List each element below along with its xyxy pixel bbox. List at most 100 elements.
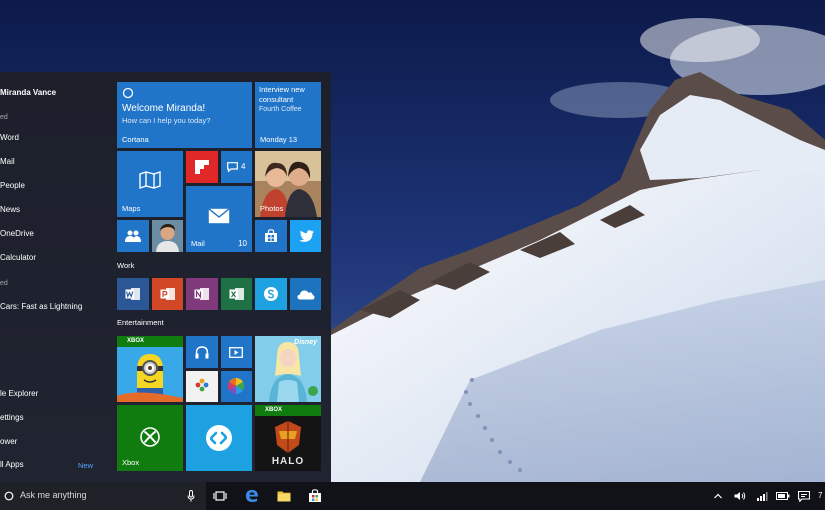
twitter-tile[interactable] — [290, 220, 321, 252]
user-account[interactable]: Miranda Vance — [0, 88, 56, 97]
cortana-tile[interactable]: Welcome Miranda! How can I help you toda… — [117, 82, 252, 148]
fresh-paint-tile[interactable] — [186, 371, 218, 402]
start-menu-app-list: Miranda Vance ed Word Mail People News O… — [0, 72, 112, 482]
minion-artwork — [117, 336, 183, 402]
power-item[interactable]: ower — [0, 437, 17, 446]
contact-tile[interactable] — [152, 220, 183, 252]
messaging-count: 4 — [241, 162, 246, 171]
cortana-icon — [122, 87, 134, 99]
new-badge: New — [78, 461, 94, 470]
task-view-button[interactable] — [206, 482, 234, 510]
headphones-icon — [195, 346, 209, 359]
cortana-greeting: Welcome Miranda! — [122, 103, 206, 114]
video-icon — [229, 347, 243, 358]
calendar-event: Interview new consultant — [259, 85, 305, 104]
color-app-tile[interactable] — [221, 371, 252, 402]
frozen-tile[interactable]: Disney — [255, 336, 321, 402]
action-center-button[interactable] — [796, 482, 812, 510]
app-people[interactable]: People — [0, 181, 25, 190]
battery-icon — [776, 492, 790, 500]
people-tile[interactable] — [117, 220, 149, 252]
calendar-location: Fourth Coffee — [259, 106, 302, 113]
contact-photo — [152, 220, 183, 252]
app-onedrive[interactable]: OneDrive — [0, 229, 34, 238]
maps-tile[interactable]: Maps — [117, 151, 183, 217]
cortana-label: Cortana — [122, 135, 149, 144]
halo-tile[interactable]: XBOX HALO — [255, 405, 321, 471]
speaker-icon — [734, 492, 746, 500]
search-placeholder: Ask me anything — [20, 490, 87, 500]
cortana-subtitle: How can I help you today? — [122, 116, 211, 125]
clock-partial[interactable]: 7 — [818, 491, 822, 500]
halo-logo-text: HALO — [271, 456, 305, 467]
message-icon — [227, 162, 238, 172]
entertainment-group-label: Entertainment — [117, 318, 164, 327]
battery-button[interactable] — [774, 482, 790, 510]
minion-rush-tile[interactable]: XBOX — [117, 336, 183, 402]
flipboard-tile[interactable] — [186, 151, 218, 183]
file-explorer-button[interactable] — [270, 482, 298, 510]
xbox-badge: XBOX — [127, 338, 145, 344]
color-wheel-icon — [227, 377, 245, 395]
skype-icon — [264, 287, 278, 301]
work-group-label: Work — [117, 261, 135, 270]
notification-icon — [798, 491, 810, 502]
mail-tile[interactable]: Mail 10 — [186, 186, 252, 252]
xbox-tile[interactable]: Xbox — [117, 405, 183, 471]
movies-tv-tile[interactable] — [221, 336, 252, 368]
xbox-badge: XBOX — [265, 407, 283, 413]
app-mail[interactable]: Mail — [0, 157, 15, 166]
edge-browser-button[interactable] — [238, 482, 266, 510]
groove-music-tile[interactable] — [186, 336, 218, 368]
onenote-tile[interactable] — [186, 278, 218, 310]
xbox-icon — [140, 427, 160, 447]
photos-tile[interactable]: Photos — [255, 151, 321, 217]
file-explorer-item[interactable]: le Explorer — [0, 389, 38, 398]
most-used-header: ed — [0, 114, 8, 121]
app-word[interactable]: Word — [0, 133, 19, 142]
volume-button[interactable] — [732, 482, 748, 510]
folder-icon — [277, 491, 291, 502]
store-icon — [309, 489, 321, 502]
word-icon — [125, 288, 140, 300]
onenote-icon — [194, 288, 209, 300]
shazam-tile[interactable] — [186, 405, 252, 471]
calendar-date: Monday 13 — [260, 135, 298, 144]
task-view-icon — [213, 491, 227, 501]
microphone-icon[interactable] — [187, 490, 195, 502]
app-calculator[interactable]: Calculator — [0, 253, 36, 262]
excel-icon — [229, 288, 244, 300]
skype-tile[interactable] — [255, 278, 287, 310]
recently-added-header: ed — [0, 280, 8, 287]
word-tile[interactable] — [117, 278, 149, 310]
cortana-search-box[interactable]: Ask me anything — [0, 482, 206, 510]
twitter-icon — [299, 230, 314, 242]
flipboard-icon — [195, 160, 209, 174]
onedrive-tile[interactable] — [290, 278, 321, 310]
taskbar: Ask me anything 7 — [0, 482, 825, 510]
cortana-circle-icon — [4, 491, 14, 501]
people-icon — [125, 230, 141, 242]
store-tile[interactable] — [255, 220, 287, 252]
powerpoint-icon — [160, 288, 175, 300]
chevron-up-icon — [714, 493, 722, 499]
start-menu: Miranda Vance ed Word Mail People News O… — [0, 72, 331, 482]
photos-label: Photos — [260, 204, 284, 213]
show-hidden-icons-button[interactable] — [711, 482, 727, 510]
store-taskbar-button[interactable] — [301, 482, 329, 510]
all-apps-item[interactable]: ll Apps — [0, 460, 24, 469]
app-cars[interactable]: Cars: Fast as Lightning — [0, 302, 82, 311]
mail-icon — [208, 208, 230, 224]
app-news[interactable]: News — [0, 205, 20, 214]
paint-icon — [195, 378, 209, 392]
store-icon — [265, 229, 277, 242]
shazam-icon — [206, 425, 232, 451]
network-button[interactable] — [754, 482, 770, 510]
powerpoint-tile[interactable] — [152, 278, 183, 310]
calendar-tile[interactable]: Interview new consultant Fourth Coffee M… — [255, 82, 321, 148]
maps-label: Maps — [122, 204, 141, 213]
settings-item[interactable]: ettings — [0, 413, 24, 422]
mail-label: Mail — [191, 239, 205, 248]
excel-tile[interactable] — [221, 278, 252, 310]
messaging-tile[interactable]: 4 — [221, 151, 252, 183]
